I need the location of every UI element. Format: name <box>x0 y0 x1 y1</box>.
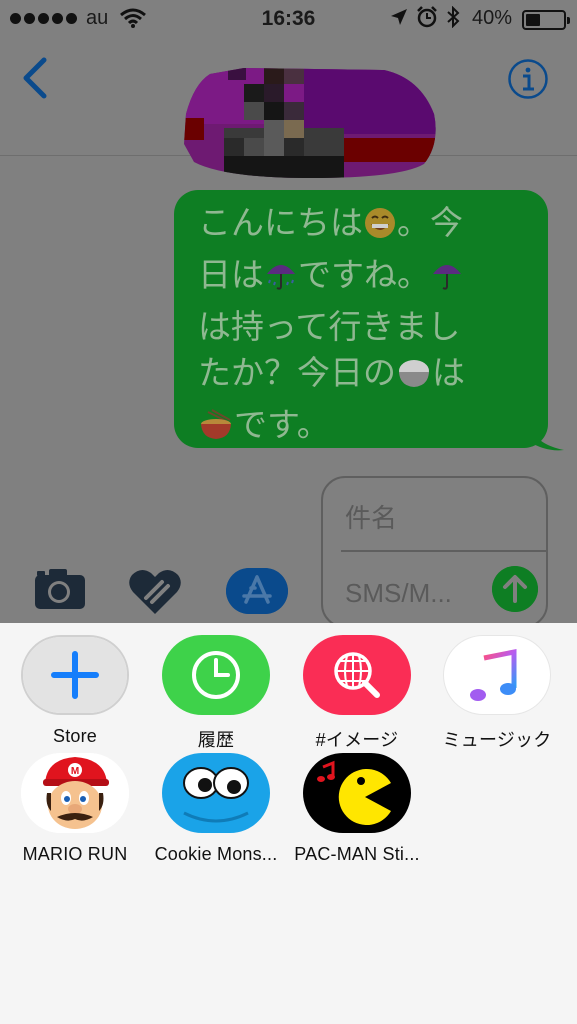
app-label-store: Store <box>52 726 98 746</box>
alarm-clock-icon <box>417 6 437 28</box>
app-label-images: #イメージ <box>315 730 399 750</box>
message-text-segment: は <box>432 354 465 391</box>
music-app-icon[interactable] <box>443 635 551 715</box>
info-icon[interactable] <box>507 58 549 100</box>
images-app-icon[interactable] <box>303 635 411 715</box>
message-text-segment: は持って行きまし <box>198 308 461 345</box>
message-line: たか？今日のは <box>198 350 528 402</box>
app-mario-run[interactable]: M MARIO RUN <box>5 753 145 865</box>
umbrella-emoji <box>430 258 464 304</box>
back-chevron-icon[interactable] <box>18 56 54 100</box>
compose-divider <box>341 550 546 552</box>
recents-app-icon[interactable] <box>162 635 270 715</box>
conversation-area: au 16:36 40% こんにちは 。今 日は ですね。 は持って行きまし た… <box>0 0 577 623</box>
pacman-app-icon[interactable] <box>303 753 411 833</box>
message-text-segment: 日は <box>198 256 264 293</box>
message-text-segment: こんにちは <box>198 204 363 241</box>
grinning-face-emoji <box>363 206 397 252</box>
cookie-monster-app-icon[interactable] <box>162 753 270 833</box>
globe-search-icon <box>303 635 411 715</box>
status-bar: au 16:36 40% <box>0 0 577 38</box>
bluetooth-icon <box>447 6 460 28</box>
app-music[interactable]: ミュージック <box>427 635 567 752</box>
message-text-segment: 。今 <box>397 204 463 241</box>
location-arrow-icon <box>391 9 407 25</box>
store-app-icon[interactable] <box>21 635 129 715</box>
send-arrow-icon[interactable] <box>492 566 538 612</box>
app-images[interactable]: #イメージ <box>287 635 427 752</box>
message-text-segment: たか？今日の <box>198 354 396 391</box>
subject-input[interactable]: 件名 <box>345 498 397 535</box>
message-line: は持って行きまし <box>198 304 528 350</box>
battery-percentage: 40% <box>472 7 513 29</box>
mario-run-app-icon[interactable]: M <box>21 753 129 833</box>
app-label-cookie-monster: Cookie Mons... <box>154 844 278 864</box>
navigation-bar <box>0 38 577 178</box>
message-line: 日は ですね。 <box>198 252 528 304</box>
battery-icon <box>522 10 570 30</box>
cookie-monster-icon <box>162 753 270 833</box>
app-label-music: ミュージック <box>442 730 552 750</box>
umbrella-rain-emoji <box>264 258 298 304</box>
app-label-mario-run: MARIO RUN <box>22 844 128 864</box>
sent-message-bubble[interactable]: こんにちは 。今 日は ですね。 は持って行きまし たか？今日のはです。 <box>174 190 548 448</box>
app-label-pacman-stickers: PAC-MAN Sti... <box>294 844 420 864</box>
message-input[interactable]: SMS/M... <box>345 578 452 609</box>
digital-touch-heart-icon[interactable] <box>128 566 182 616</box>
message-text-segment: です。 <box>234 406 330 443</box>
app-store[interactable]: Store <box>5 635 145 747</box>
camera-icon[interactable] <box>34 568 86 610</box>
app-store-icon[interactable] <box>226 568 288 614</box>
bubble-tail <box>530 424 564 451</box>
imessage-app-drawer: Store 履歴 #イメージ ミュージック M MARIO RUN Cookie… <box>0 623 577 1024</box>
message-text-segment: ですね。 <box>298 256 430 293</box>
message-line: です。 <box>198 402 528 454</box>
ramen-emoji <box>198 408 234 454</box>
contact-avatar[interactable] <box>184 64 440 178</box>
mario-icon: M <box>21 753 129 833</box>
app-pacman-stickers[interactable]: PAC-MAN Sti... <box>287 753 427 865</box>
pacman-icon <box>303 753 411 833</box>
svg-text:M: M <box>71 766 79 777</box>
rice-emoji <box>396 356 432 402</box>
app-cookie-monster[interactable]: Cookie Mons... <box>146 753 286 865</box>
clock-icon <box>162 635 270 715</box>
message-line: こんにちは 。今 <box>198 200 528 252</box>
app-recents[interactable]: 履歴 <box>146 635 286 752</box>
message-text: こんにちは 。今 日は ですね。 は持って行きまし たか？今日のはです。 <box>198 200 528 454</box>
music-note-icon <box>470 648 517 701</box>
app-label-recents: 履歴 <box>197 730 235 750</box>
plus-icon <box>23 637 127 713</box>
